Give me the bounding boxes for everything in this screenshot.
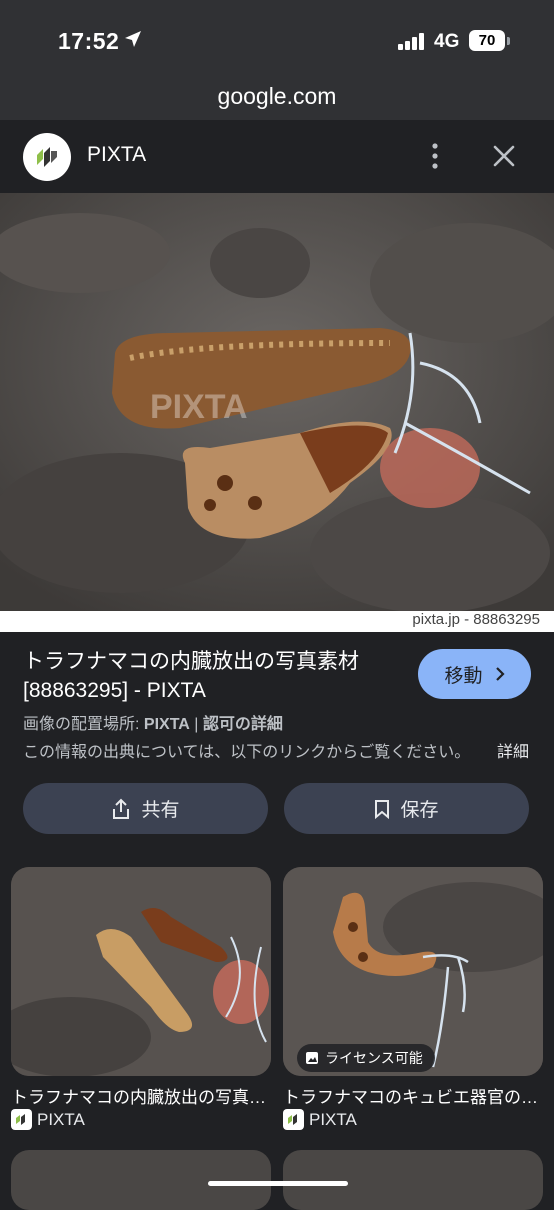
image-icon xyxy=(306,1052,318,1064)
source-text: この情報の出典については、以下のリンクからご覧ください。 xyxy=(23,744,471,761)
battery-tip xyxy=(507,37,510,45)
related-thumbnail[interactable]: ライセンス可能 xyxy=(283,867,543,1076)
location-arrow-icon xyxy=(125,31,141,47)
bookmark-icon xyxy=(375,799,390,819)
chevron-right-icon xyxy=(495,667,505,681)
image-credit-bar: pixta.jp - 88863295 xyxy=(0,611,554,632)
site-name: PIXTA xyxy=(87,143,147,166)
result-title[interactable]: トラフナマコの内臓放出の写真素材 [88863295] - PIXTA xyxy=(23,647,403,705)
license-badge-label: ライセンス可能 xyxy=(325,1050,423,1066)
signal-icon xyxy=(398,33,424,50)
visit-label: 移動 xyxy=(444,665,483,687)
home-indicator[interactable] xyxy=(208,1181,348,1186)
network-type: 4G xyxy=(434,31,460,52)
pixta-favicon-icon xyxy=(283,1109,304,1130)
image-location: 画像の配置場所: PIXTA | 認可の詳細 xyxy=(23,710,283,734)
image-credit: pixta.jp - 88863295 xyxy=(412,611,540,628)
watermark-text: PIXTA xyxy=(150,388,248,426)
meta-separator: | xyxy=(189,716,203,733)
battery-icon: 70 xyxy=(469,30,505,51)
viewer-header xyxy=(0,120,554,192)
meta-site-link[interactable]: PIXTA xyxy=(144,716,190,733)
close-icon[interactable] xyxy=(490,142,518,170)
related-site: PIXTA xyxy=(309,1110,357,1129)
license-badge: ライセンス可能 xyxy=(297,1044,435,1072)
related-thumbnail-next[interactable] xyxy=(283,1150,543,1210)
share-label: 共有 xyxy=(141,800,180,821)
license-details-link[interactable]: 認可の詳細 xyxy=(203,716,283,733)
save-label: 保存 xyxy=(400,800,439,821)
share-icon xyxy=(113,798,130,819)
related-thumbnail[interactable] xyxy=(11,867,271,1076)
source-details-link[interactable]: 詳細 xyxy=(497,738,529,762)
main-image[interactable]: PIXTA xyxy=(0,193,554,611)
pixta-logo-icon xyxy=(23,133,71,181)
more-options-icon[interactable] xyxy=(424,142,446,170)
related-title[interactable]: トラフナマコの内臓放出の写真… xyxy=(11,1083,273,1108)
related-site: PIXTA xyxy=(37,1110,85,1129)
related-title[interactable]: トラフナマコのキュビエ器官の… xyxy=(283,1083,545,1108)
url-bar[interactable]: google.com xyxy=(0,83,554,110)
save-button[interactable]: 保存 xyxy=(284,783,529,834)
status-time: 17:52 xyxy=(58,28,120,54)
source-info: この情報の出典については、以下のリンクからご覧ください。 詳細 xyxy=(23,738,533,762)
share-button[interactable]: 共有 xyxy=(23,783,268,834)
meta-prefix: 画像の配置場所: xyxy=(23,716,144,733)
visit-button[interactable]: 移動 xyxy=(418,649,531,699)
pixta-favicon-icon xyxy=(11,1109,32,1130)
related-thumbnail-next[interactable] xyxy=(11,1150,271,1210)
